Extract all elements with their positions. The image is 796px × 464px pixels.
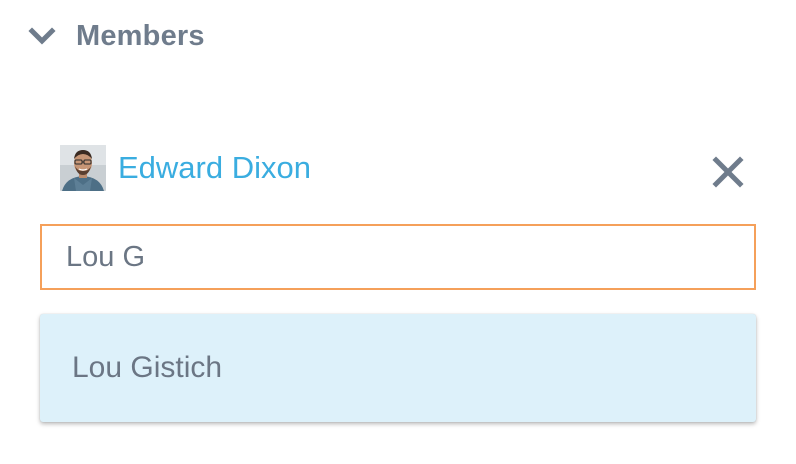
- remove-member-button[interactable]: [710, 154, 746, 190]
- members-section-title: Members: [76, 19, 205, 52]
- chevron-down-icon[interactable]: [28, 22, 56, 50]
- member-name-link[interactable]: Edward Dixon: [118, 150, 311, 186]
- member-search-input[interactable]: [40, 224, 756, 290]
- suggestion-dropdown: Lou Gistich: [40, 314, 756, 422]
- suggestion-item[interactable]: Lou Gistich: [40, 314, 756, 422]
- members-section-header[interactable]: Members: [28, 14, 205, 58]
- suggestion-label: Lou Gistich: [72, 351, 223, 384]
- member-row: Edward Dixon: [60, 144, 311, 192]
- close-icon[interactable]: [710, 154, 746, 190]
- avatar: [60, 145, 106, 191]
